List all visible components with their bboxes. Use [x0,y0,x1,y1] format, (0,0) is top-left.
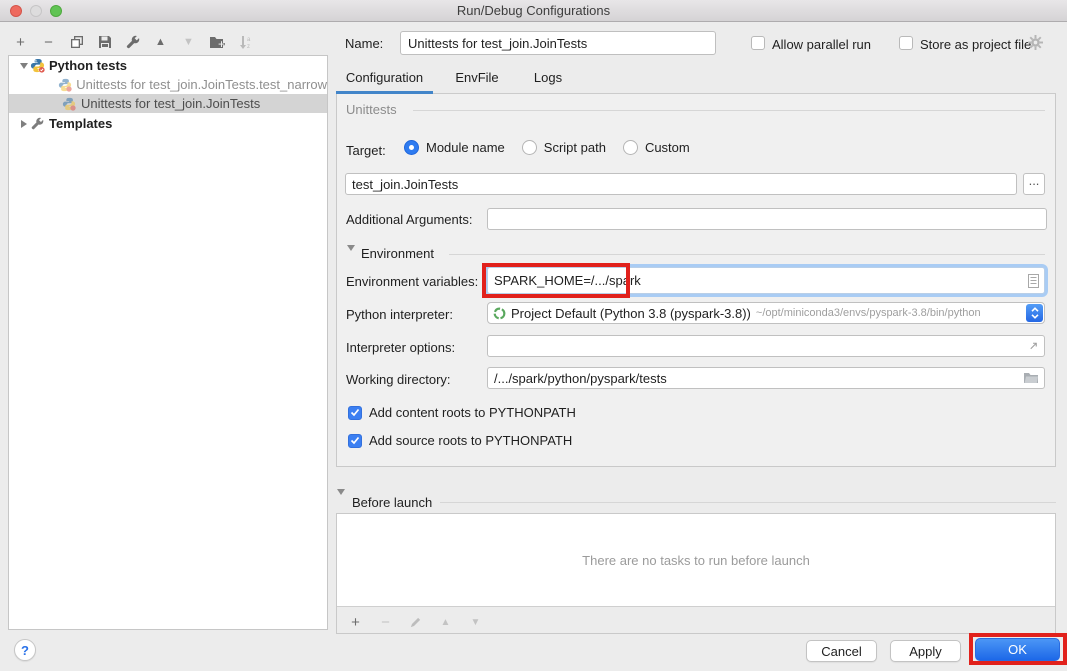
copy-configuration-icon[interactable] [68,34,85,51]
source-roots-checkbox[interactable] [348,434,362,448]
interpreter-value: Project Default (Python 3.8 (pyspark-3.8… [511,306,751,321]
name-input[interactable] [400,31,716,55]
configurations-toolbar: + − ▲ ▼ az [12,31,253,53]
unittest-config-icon [61,96,77,112]
browse-variables-icon[interactable] [1028,274,1039,288]
python-tests-icon [29,58,45,74]
additional-arguments-label: Additional Arguments: [346,212,472,227]
move-down-icon[interactable]: ▼ [180,34,197,51]
add-task-icon[interactable]: + [347,614,364,631]
edit-templates-icon[interactable] [124,34,141,51]
radio-script-path[interactable]: Script path [522,140,606,155]
combo-stepper-icon[interactable] [1026,304,1043,322]
window-title: Run/Debug Configurations [457,3,610,18]
allow-parallel-run-checkbox[interactable] [751,36,765,50]
cancel-button[interactable]: Cancel [806,640,877,662]
environment-variables-input[interactable] [488,273,1028,288]
add-configuration-icon[interactable]: + [12,34,29,51]
svg-text:a: a [247,37,251,43]
interpreter-options-input[interactable] [487,335,1045,357]
save-configuration-icon[interactable] [96,34,113,51]
tree-item-label: Unittests for test_join.JoinTests.test_n… [76,77,327,92]
radio-module-name[interactable]: Module name [404,140,505,155]
unittests-group-label: Unittests [346,102,397,117]
sort-alphabetically-icon[interactable]: az [236,34,253,51]
target-label: Target: [346,143,386,158]
zoom-button[interactable] [50,5,62,17]
interpreter-options-label: Interpreter options: [346,340,455,355]
expand-arrow-icon[interactable] [19,120,29,128]
edit-task-icon[interactable] [407,614,424,631]
store-as-project-file-label: Store as project file [920,37,1031,52]
content-roots-label: Add content roots to PYTHONPATH [369,405,576,420]
tree-item-label: Unittests for test_join.JoinTests [81,96,260,111]
additional-arguments-input[interactable] [487,208,1047,230]
store-as-project-file-checkbox[interactable] [899,36,913,50]
before-launch-empty-state: There are no tasks to run before launch [337,514,1055,607]
configurations-tree: Python tests Unittests for test_join.Joi… [8,55,328,630]
tree-item-label: Templates [49,116,112,131]
before-launch-panel: There are no tasks to run before launch … [336,513,1056,634]
apply-button[interactable]: Apply [890,640,961,662]
tree-item-templates[interactable]: Templates [9,113,327,134]
environment-group-label: Environment [361,246,434,261]
move-up-icon[interactable]: ▲ [152,34,169,51]
tab-envfile[interactable]: EnvFile [446,62,508,94]
tree-item-label: Python tests [49,58,127,73]
tab-logs[interactable]: Logs [524,62,572,94]
environment-collapse-icon[interactable] [347,251,355,266]
unittest-config-icon [57,77,72,93]
environment-variables-field[interactable] [487,267,1045,294]
before-launch-toolbar: + − ▲ ▼ [347,610,484,634]
ok-button[interactable]: OK [975,638,1060,661]
interpreter-path: ~/opt/miniconda3/envs/pyspark-3.8/bin/py… [756,307,981,319]
python-interpreter-select[interactable]: Project Default (Python 3.8 (pyspark-3.8… [487,302,1045,324]
help-button[interactable]: ? [14,639,36,661]
radio-button-selected[interactable] [404,140,419,155]
allow-parallel-run-label: Allow parallel run [772,37,871,52]
title-bar: Run/Debug Configurations [0,0,1067,22]
templates-wrench-icon [29,116,45,132]
configuration-tabs: Configuration EnvFile Logs [336,62,1056,94]
tab-configuration[interactable]: Configuration [336,62,433,94]
content-roots-checkbox[interactable] [348,406,362,420]
python-interpreter-label: Python interpreter: [346,307,453,322]
configuration-panel: Unittests Target: Module name Script pat… [336,94,1056,467]
minimize-button[interactable] [30,5,42,17]
expand-field-icon[interactable] [1028,341,1039,352]
content-roots-row[interactable]: Add content roots to PYTHONPATH [348,405,576,420]
store-options-gear-icon[interactable] [1028,35,1043,53]
source-roots-row[interactable]: Add source roots to PYTHONPATH [348,433,572,448]
close-button[interactable] [10,5,22,17]
conda-environment-icon [493,307,506,320]
radio-custom[interactable]: Custom [623,140,690,155]
browse-folder-icon[interactable] [1023,372,1039,384]
move-task-up-icon[interactable]: ▲ [437,614,454,631]
source-roots-label: Add source roots to PYTHONPATH [369,433,572,448]
collapse-arrow-icon[interactable] [19,63,29,69]
tree-item-unittests-jointests-selected[interactable]: Unittests for test_join.JoinTests [9,94,327,113]
remove-configuration-icon[interactable]: − [40,34,57,51]
new-folder-icon[interactable] [208,34,225,51]
move-task-down-icon[interactable]: ▼ [467,614,484,631]
radio-button[interactable] [623,140,638,155]
tree-item-unittests-narrow[interactable]: Unittests for test_join.JoinTests.test_n… [9,75,327,94]
working-directory-input[interactable] [487,367,1045,389]
target-input[interactable] [345,173,1017,195]
name-label: Name: [345,36,383,51]
browse-target-button[interactable]: ... [1023,173,1045,195]
environment-variables-label: Environment variables: [346,274,478,289]
before-launch-group-label: Before launch [352,495,432,510]
svg-text:z: z [247,44,250,50]
before-launch-collapse-icon[interactable] [337,495,345,510]
radio-button[interactable] [522,140,537,155]
remove-task-icon[interactable]: − [377,614,394,631]
working-directory-label: Working directory: [346,372,451,387]
tree-item-python-tests[interactable]: Python tests [9,56,327,75]
